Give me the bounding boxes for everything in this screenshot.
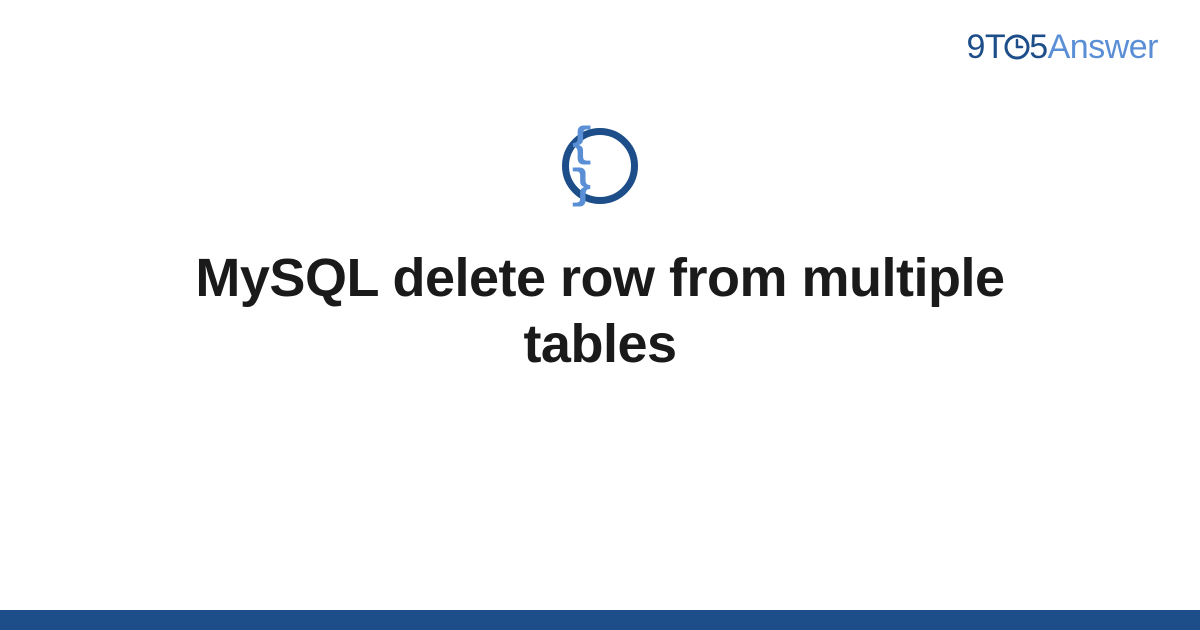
brand-logo: 9T5Answer <box>967 28 1159 70</box>
clock-icon <box>1003 31 1031 70</box>
logo-five: 5 <box>1029 28 1047 66</box>
main-content: { } MySQL delete row from multiple table… <box>0 128 1200 378</box>
footer-bar <box>0 610 1200 630</box>
page-title: MySQL delete row from multiple tables <box>120 246 1080 378</box>
logo-nine: 9 <box>967 28 985 66</box>
braces-glyph: { } <box>569 124 631 208</box>
logo-t: T <box>985 28 1005 66</box>
logo-answer: Answer <box>1048 28 1158 66</box>
category-braces-icon: { } <box>562 128 638 204</box>
